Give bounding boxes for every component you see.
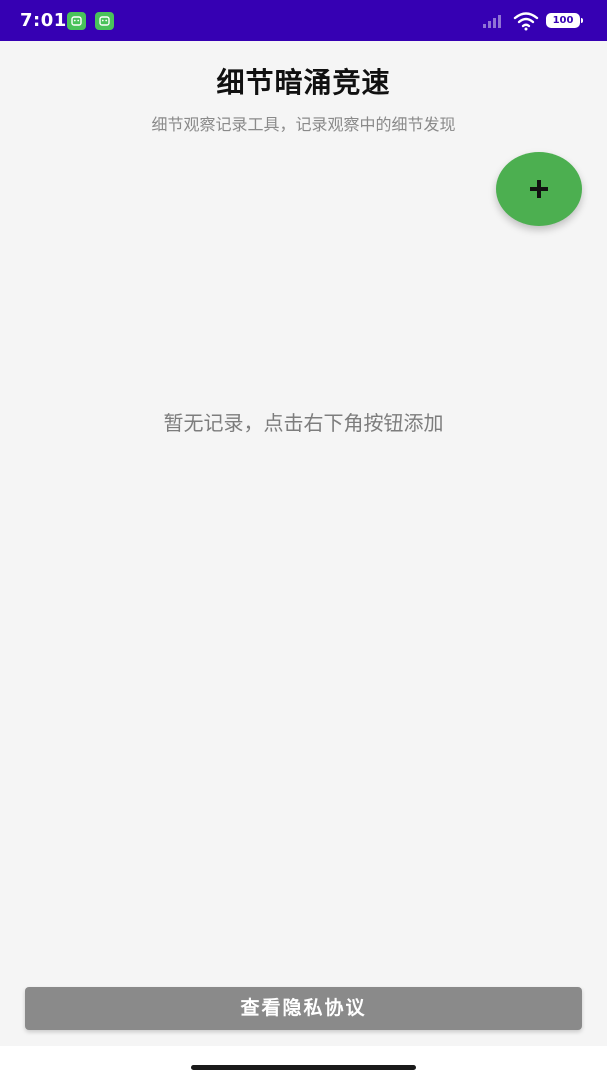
signal-icon (482, 13, 506, 33)
wifi-icon (513, 11, 539, 35)
page-title: 细节暗涌竞速 (216, 66, 391, 99)
android-notification-icon (67, 12, 86, 30)
empty-state-message: 暂无记录，点击右下角按钮添加 (163, 411, 444, 435)
android-notification-icon (95, 12, 114, 30)
page-subtitle: 细节观察记录工具，记录观察中的细节发现 (151, 115, 456, 134)
view-privacy-button[interactable]: 查看隐私协议 (25, 987, 582, 1030)
battery-icon: 100 (546, 13, 583, 28)
home-indicator[interactable] (191, 1065, 416, 1070)
status-time: 7:01 (20, 10, 67, 31)
add-record-button[interactable] (496, 152, 582, 226)
status-bar: 7:01 100 (0, 0, 607, 41)
navigation-bar (0, 1046, 607, 1080)
plus-icon (530, 180, 548, 198)
battery-level: 100 (552, 15, 574, 26)
